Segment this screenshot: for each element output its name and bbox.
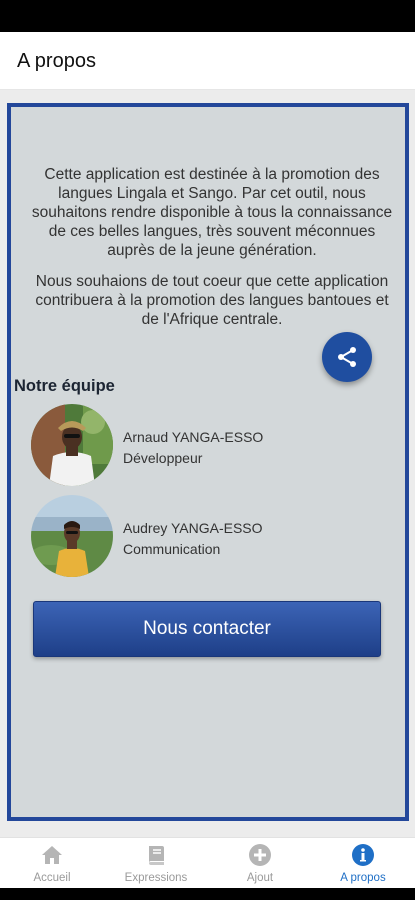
nav-item-a-propos[interactable]: A propos bbox=[311, 838, 415, 889]
team-member: Arnaud YANGA-ESSO Développeur bbox=[31, 404, 351, 486]
nav-item-accueil[interactable]: Accueil bbox=[0, 838, 104, 889]
share-button[interactable] bbox=[322, 332, 372, 382]
member-name: Audrey YANGA-ESSO bbox=[123, 520, 263, 536]
page-title: A propos bbox=[17, 50, 96, 72]
avatar bbox=[31, 404, 113, 486]
app-bar: A propos bbox=[0, 32, 415, 90]
nav-label: Accueil bbox=[33, 872, 71, 884]
nav-label: Ajout bbox=[246, 872, 274, 884]
member-role: Communication bbox=[123, 541, 221, 557]
book-icon bbox=[149, 846, 164, 865]
home-icon bbox=[42, 846, 62, 864]
team-title: Notre équipe bbox=[14, 377, 115, 395]
about-card: Cette application est destinée à la prom… bbox=[7, 103, 409, 821]
nav-label: A propos bbox=[340, 872, 386, 884]
system-gesture-bar bbox=[0, 888, 415, 900]
intro-text: Cette application est destinée à la prom… bbox=[25, 165, 399, 341]
contact-button[interactable]: Nous contacter bbox=[33, 601, 381, 657]
bottom-nav: Accueil Expressions Ajout A propos bbox=[0, 837, 415, 888]
intro-paragraph-1: Cette application est destinée à la prom… bbox=[31, 166, 393, 259]
nav-item-expressions[interactable]: Expressions bbox=[104, 838, 208, 889]
share-icon bbox=[338, 347, 356, 367]
member-role: Développeur bbox=[123, 450, 203, 466]
intro-paragraph-2: Nous souhaions de tout coeur que cette a… bbox=[35, 273, 389, 328]
avatar bbox=[31, 495, 113, 577]
team-member: Audrey YANGA-ESSO Communication bbox=[31, 495, 351, 577]
nav-label: Expressions bbox=[124, 872, 188, 884]
member-name: Arnaud YANGA-ESSO bbox=[123, 429, 264, 445]
nav-item-ajout[interactable]: Ajout bbox=[208, 838, 312, 889]
plus-circle-icon bbox=[249, 844, 271, 866]
status-bar bbox=[0, 0, 415, 32]
info-icon bbox=[352, 844, 374, 866]
